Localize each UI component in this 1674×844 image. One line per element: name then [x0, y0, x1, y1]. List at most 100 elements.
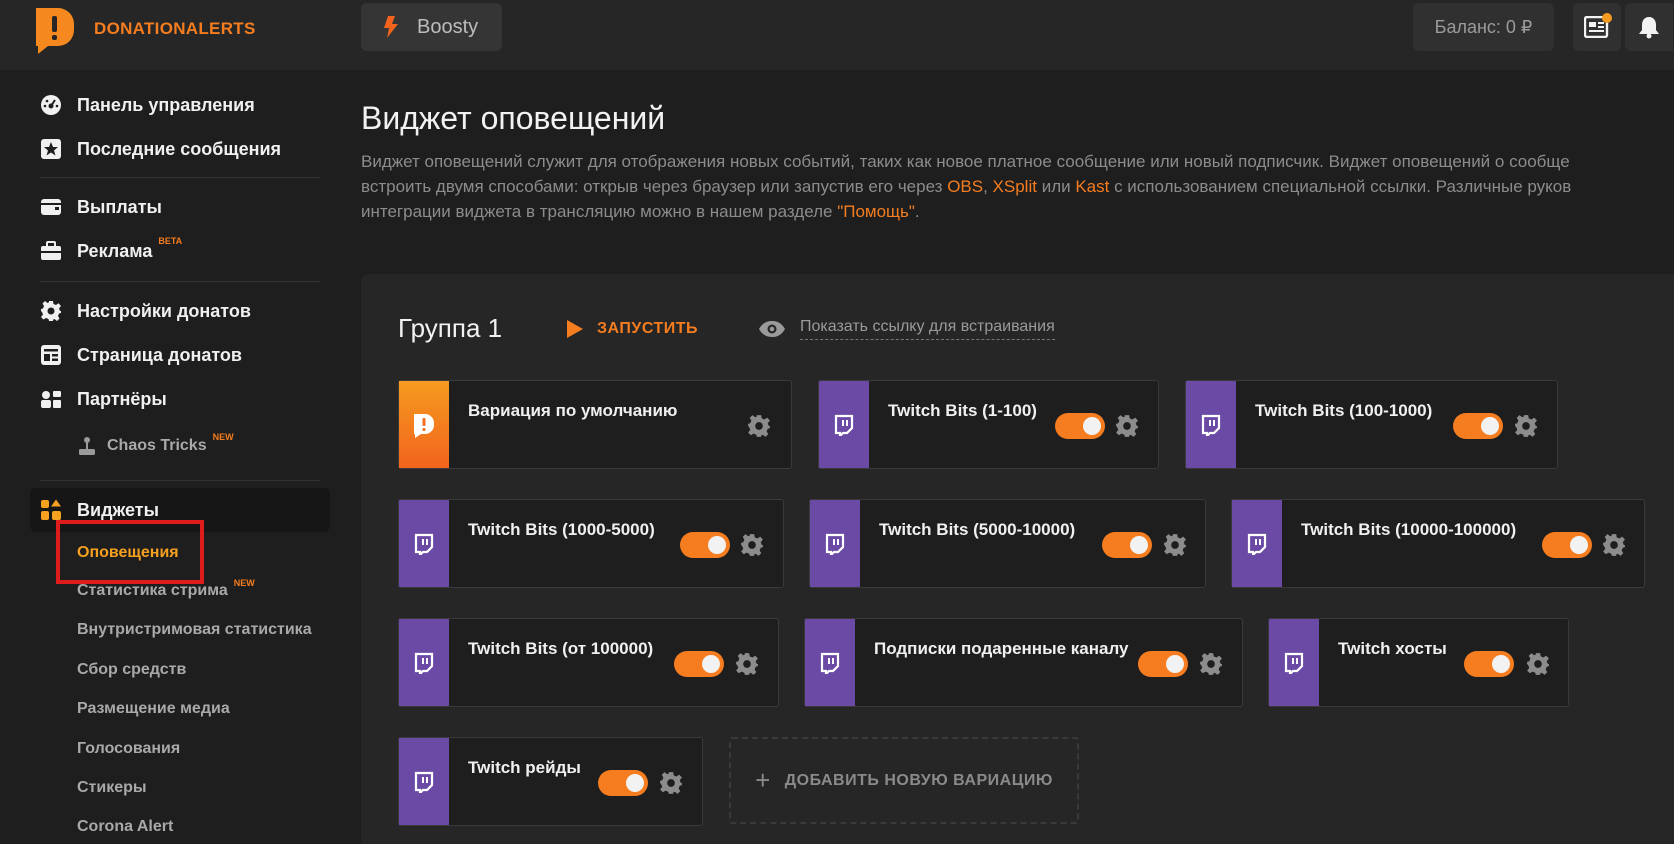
variation-enabled-toggle[interactable] [1138, 651, 1188, 677]
gear-icon[interactable] [1514, 414, 1538, 438]
variation-card[interactable]: Twitch Bits (1-100) [818, 380, 1159, 469]
wallet-icon [40, 196, 62, 218]
sidebar-item-dashboard[interactable]: Панель управления [40, 94, 255, 116]
kast-link[interactable]: Kast [1075, 177, 1109, 196]
gear-icon[interactable] [659, 771, 683, 795]
variation-card[interactable]: Вариация по умолчанию [398, 380, 792, 469]
variation-type-badge [399, 619, 449, 706]
sidebar-item-payouts[interactable]: Выплаты [40, 196, 162, 218]
sidebar-divider [40, 480, 320, 481]
notifications-button[interactable] [1625, 3, 1673, 51]
variation-enabled-toggle[interactable] [680, 532, 730, 558]
sidebar-subitem-label: Оповещения [77, 544, 179, 561]
variation-enabled-toggle[interactable] [674, 651, 724, 677]
boosty-icon [384, 16, 398, 38]
description-text: . [914, 202, 920, 221]
gear-icon[interactable] [1602, 533, 1626, 557]
sidebar-item-ads[interactable]: Реклама BETA [40, 236, 182, 262]
sidebar-subitem-label: Статистика стрима [77, 582, 228, 599]
variation-enabled-toggle[interactable] [1055, 413, 1105, 439]
variation-enabled-toggle[interactable] [1542, 532, 1592, 558]
sidebar-subitem-label: Corona Alert [77, 818, 174, 835]
variation-enabled-toggle[interactable] [598, 770, 648, 796]
sidebar-item-widgets[interactable]: Виджеты [40, 499, 159, 521]
sidebar-subitem-stream-stats[interactable]: Статистика стрима NEW [77, 578, 255, 600]
variation-card[interactable]: Twitch Bits (10000-100000) [1231, 499, 1645, 588]
gear-icon[interactable] [1526, 652, 1550, 676]
gear-icon[interactable] [735, 652, 759, 676]
sidebar-item-partners[interactable]: Партнёры [40, 388, 167, 410]
play-icon [567, 320, 583, 338]
variation-type-badge [1232, 500, 1282, 587]
obs-link[interactable]: OBS [947, 177, 983, 196]
sidebar-subitem-media[interactable]: Размещение медиа [77, 700, 230, 718]
sidebar-item-donation-settings[interactable]: Настройки донатов [40, 300, 251, 322]
page-description: Виджет оповещений служит для отображения… [361, 149, 1674, 224]
boosty-button[interactable]: Boosty [361, 3, 502, 51]
briefcase-icon [40, 240, 62, 262]
sidebar-subitem-label: Chaos Tricks [107, 437, 207, 454]
sidebar-item-label: Страница донатов [77, 344, 242, 365]
sidebar-item-label: Настройки донатов [77, 300, 251, 321]
dashboard-icon [40, 94, 62, 116]
variation-card[interactable]: Twitch Bits (5000-10000) [809, 499, 1206, 588]
news-button[interactable] [1573, 3, 1621, 51]
variation-title: Подписки подаренные каналу [874, 639, 1129, 658]
balance-button[interactable]: Баланс: 0 ₽ [1413, 3, 1554, 51]
star-icon [40, 138, 62, 160]
show-embed-link-button[interactable]: Показать ссылку для встраивания [758, 318, 1055, 340]
variation-enabled-toggle[interactable] [1102, 532, 1152, 558]
sidebar-item-recent-messages[interactable]: Последние сообщения [40, 138, 281, 160]
gear-icon [40, 300, 62, 322]
variation-title: Вариация по умолчанию [468, 401, 678, 420]
variation-card[interactable]: Twitch Bits (100-1000) [1185, 380, 1558, 469]
sidebar-subitem-corona-alert[interactable]: Corona Alert [77, 818, 173, 836]
twitch-icon [825, 533, 845, 555]
sidebar-subitem-instream-stats[interactable]: Внутристримовая статистика [77, 621, 312, 639]
variation-type-badge [805, 619, 855, 706]
variation-card[interactable]: Twitch Bits (1000-5000) [398, 499, 784, 588]
sidebar-item-label: Партнёры [77, 388, 167, 409]
sidebar-subitem-chaos-tricks[interactable]: Chaos Tricks NEW [77, 432, 234, 456]
sidebar-subitem-alerts[interactable]: Оповещения [77, 544, 179, 562]
sidebar-subitem-polls[interactable]: Голосования [77, 740, 180, 758]
sidebar-subitem-label: Размещение медиа [77, 700, 230, 717]
help-link[interactable]: "Помощь" [837, 202, 915, 221]
variation-card[interactable]: Twitch рейды [398, 737, 703, 826]
plus-icon: + [755, 765, 771, 795]
gear-icon[interactable] [1115, 414, 1139, 438]
sidebar-subitem-stickers[interactable]: Стикеры [77, 779, 147, 797]
donationalerts-logo-icon [414, 413, 434, 438]
description-text: или [1036, 177, 1076, 196]
embed-link-label: Показать ссылку для встраивания [800, 318, 1055, 340]
page-icon [40, 344, 62, 366]
brand-logo[interactable]: DONATIONALERTS [32, 4, 256, 54]
variation-card[interactable]: Подписки подаренные каналу [804, 618, 1243, 707]
gear-icon[interactable] [1163, 533, 1187, 557]
twitch-icon [834, 414, 854, 436]
sidebar-subitem-fundraising[interactable]: Сбор средств [77, 661, 186, 679]
variation-card[interactable]: Twitch Bits (от 100000) [398, 618, 779, 707]
xsplit-link[interactable]: XSplit [993, 177, 1037, 196]
variation-card[interactable]: Twitch хосты [1268, 618, 1569, 707]
description-text: Виджет оповещений служит для отображения… [361, 152, 1570, 171]
variation-title: Twitch Bits (10000-100000) [1301, 520, 1517, 539]
sidebar-item-label: Реклама [77, 240, 153, 261]
add-variation-button[interactable]: + ДОБАВИТЬ НОВУЮ ВАРИАЦИЮ [729, 737, 1079, 824]
variation-title: Twitch Bits (1-100) [888, 401, 1037, 420]
sidebar-subitem-label: Внутристримовая статистика [77, 621, 312, 638]
page-title: Виджет оповещений [361, 100, 666, 136]
joystick-icon [79, 437, 95, 455]
description-text: интеграции виджета в трансляцию можно в … [361, 202, 838, 221]
variation-enabled-toggle[interactable] [1453, 413, 1503, 439]
variation-enabled-toggle[interactable] [1464, 651, 1514, 677]
group-title: Группа 1 [398, 313, 503, 343]
sidebar-item-donation-page[interactable]: Страница донатов [40, 344, 242, 366]
gear-icon[interactable] [1199, 652, 1223, 676]
gear-icon[interactable] [740, 533, 764, 557]
gear-icon[interactable] [747, 414, 771, 438]
sidebar-item-label: Последние сообщения [77, 138, 282, 159]
variation-type-badge [399, 738, 449, 825]
variation-title: Twitch Bits (5000-10000) [879, 520, 1076, 539]
launch-button[interactable]: ЗАПУСТИТЬ [567, 320, 698, 338]
